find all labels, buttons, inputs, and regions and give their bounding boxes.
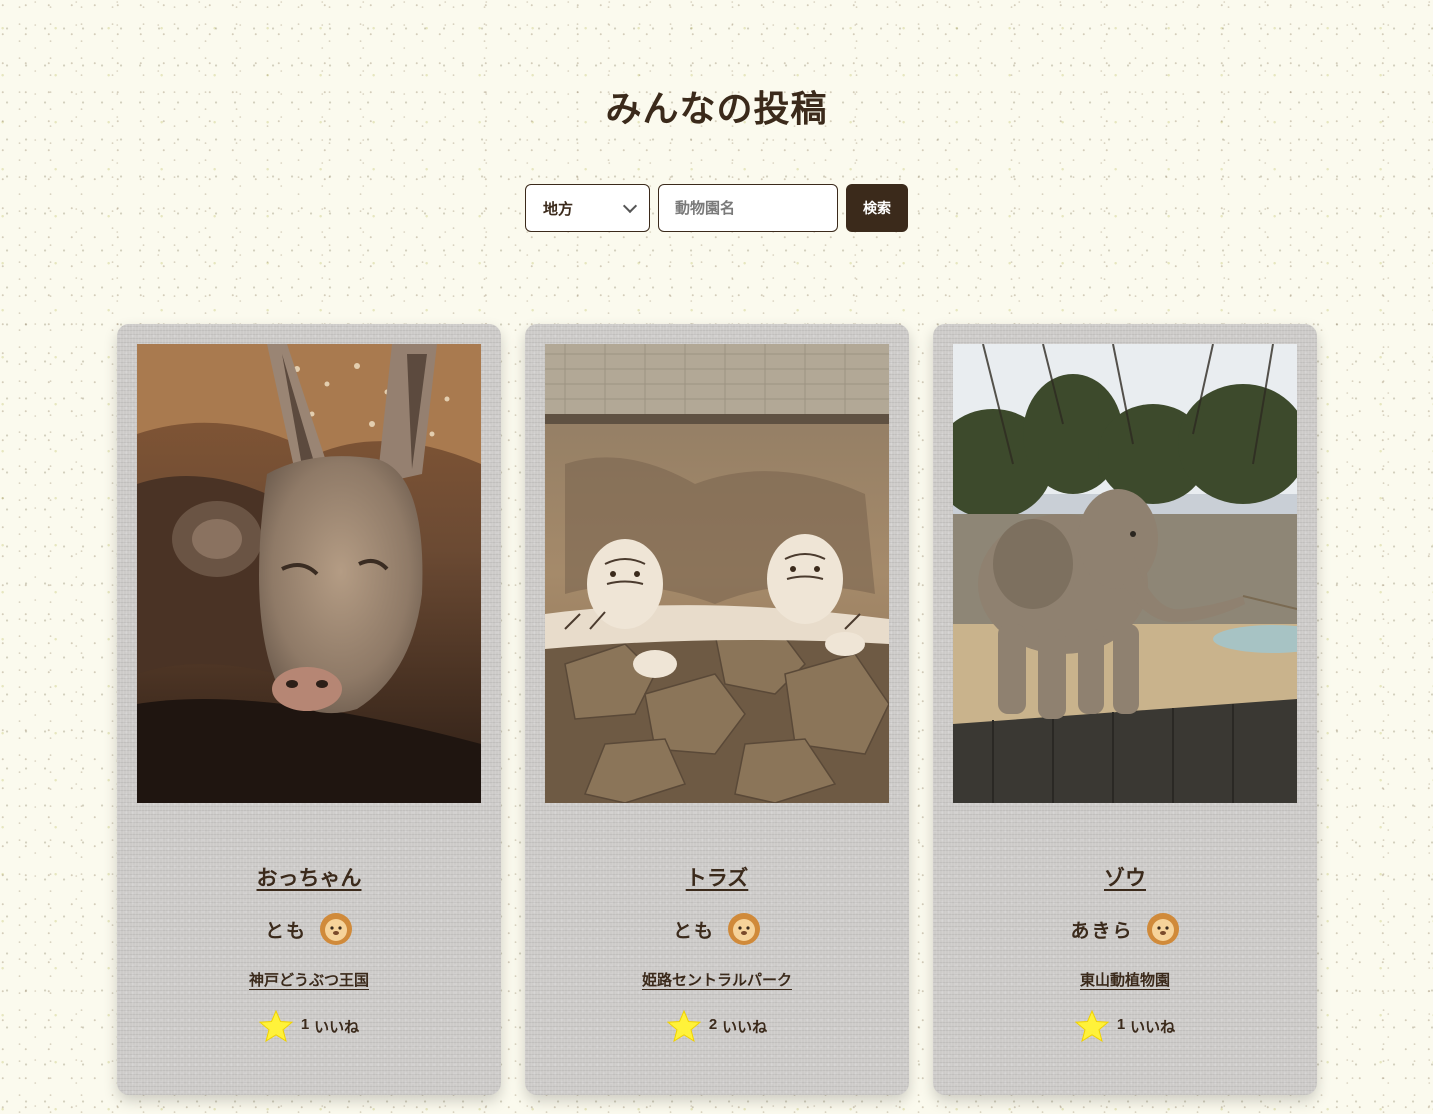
zoo-name-input[interactable] [658, 184, 838, 232]
like-count: 2 [708, 1015, 718, 1033]
post-animal-name-link[interactable]: ゾウ [933, 862, 1317, 892]
region-select[interactable]: 地方 [525, 184, 650, 232]
like-count-text: 1 いいね [1117, 1016, 1175, 1037]
tigers-photo-image [545, 344, 889, 803]
post-zoo-link[interactable]: 神戸どうぶつ王国 [117, 969, 501, 990]
post-user: とも [117, 912, 501, 946]
kangaroo-photo-image [137, 344, 481, 803]
post-user-name: あきら [1070, 920, 1134, 942]
search-bar: 地方 検索 [525, 184, 908, 232]
star-icon[interactable] [1074, 1009, 1109, 1043]
lion-icon [1146, 913, 1179, 945]
post-zoo-link[interactable]: 東山動植物園 [933, 969, 1317, 990]
like-count-text: 1 いいね [301, 1016, 359, 1037]
star-icon[interactable] [258, 1009, 293, 1043]
post-card: ゾウ あきら 東山動植物園 1 いいね [933, 324, 1317, 1095]
like-count: 1 [300, 1015, 310, 1033]
post-animal-name-link[interactable]: トラズ [525, 862, 909, 892]
search-button[interactable]: 検索 [846, 184, 908, 232]
post-photo-elephant[interactable] [953, 344, 1297, 803]
star-icon[interactable] [666, 1009, 701, 1043]
post-user: あきら [933, 912, 1317, 946]
page-title: みんなの投稿 [605, 88, 828, 130]
post-animal-name-link[interactable]: おっちゃん [117, 862, 501, 892]
post-like: 2 いいね [525, 1009, 909, 1043]
region-select-label: 地方 [543, 200, 574, 218]
post-like: 1 いいね [117, 1009, 501, 1043]
post-user-name: とも [672, 920, 715, 942]
post-card: トラズ とも 姫路セントラルパーク 2 いいね [525, 324, 909, 1095]
like-count-text: 2 いいね [709, 1016, 767, 1037]
like-label: いいね [314, 1018, 360, 1036]
post-card: おっちゃん とも 神戸どうぶつ王国 1 いいね [117, 324, 501, 1095]
chevron-down-icon [622, 198, 638, 213]
like-count: 1 [1116, 1015, 1126, 1033]
post-like: 1 いいね [933, 1009, 1317, 1043]
post-photo-kangaroo[interactable] [137, 344, 481, 803]
post-user-name: とも [264, 920, 307, 942]
post-zoo-link[interactable]: 姫路セントラルパーク [525, 969, 909, 990]
like-label: いいね [722, 1018, 768, 1036]
elephant-photo-image [953, 344, 1297, 803]
like-label: いいね [1130, 1018, 1176, 1036]
lion-icon [320, 913, 352, 945]
post-photo-tigers[interactable] [545, 344, 889, 803]
post-user: とも [525, 912, 909, 946]
lion-icon [728, 913, 760, 945]
